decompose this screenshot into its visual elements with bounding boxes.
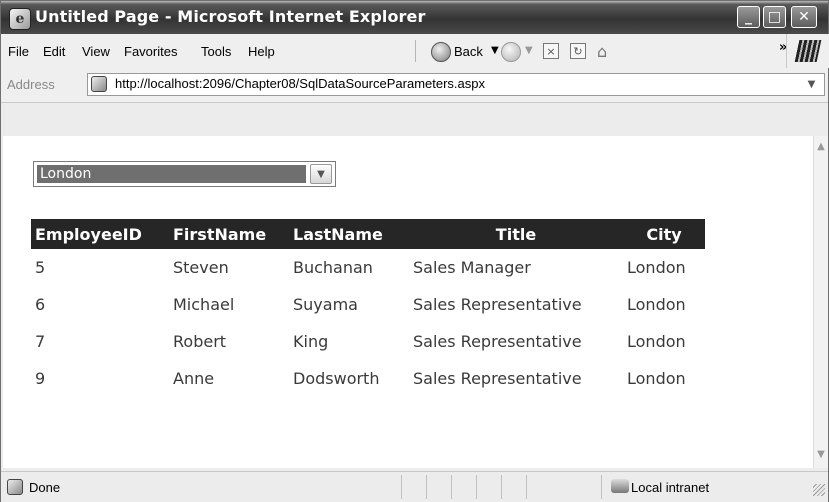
city-select-value[interactable]: London [37, 165, 306, 183]
status-divider [476, 475, 477, 499]
column-header-firstname: FirstName [169, 219, 289, 249]
forward-arrow-icon[interactable] [501, 42, 521, 62]
windows-logo-box [786, 34, 829, 68]
cell-firstname: Anne [173, 369, 215, 388]
menu-favorites[interactable]: Favorites [124, 44, 177, 59]
menu-edit[interactable]: Edit [43, 44, 65, 59]
back-arrow-icon[interactable] [431, 42, 451, 62]
title-bar[interactable]: e Untitled Page - Microsoft Internet Exp… [1, 1, 828, 34]
forward-dropdown-icon[interactable]: ▼ [525, 45, 533, 56]
menu-file[interactable]: File [8, 44, 29, 59]
windows-flag-icon [794, 40, 822, 62]
cell-city: London [627, 332, 686, 351]
address-url[interactable]: http://localhost:2096/Chapter08/SqlDataS… [115, 76, 485, 91]
cell-employeeid: 5 [35, 258, 46, 277]
page-icon [91, 76, 107, 92]
minimize-button[interactable]: _ [737, 6, 760, 28]
maximize-button[interactable]: □ [763, 6, 786, 28]
address-dropdown-icon[interactable]: ▼ [803, 77, 820, 93]
home-icon[interactable]: ⌂ [597, 42, 615, 61]
address-bar: Address http://localhost:2096/Chapter08/… [1, 68, 828, 103]
address-input[interactable]: http://localhost:2096/Chapter08/SqlDataS… [87, 73, 825, 96]
cell-city: London [627, 258, 686, 277]
status-divider [401, 475, 402, 499]
scroll-down-icon[interactable]: ▼ [814, 447, 828, 463]
status-text: Done [29, 480, 61, 495]
cell-lastname: Dodsworth [293, 369, 380, 388]
close-button[interactable]: ✕ [791, 6, 817, 28]
page-content: London ▼ EmployeeID FirstName LastName T… [3, 136, 813, 468]
status-bar: Done Local intranet [1, 471, 828, 502]
table-row: 5 Steven Buchanan Sales Manager London [31, 249, 705, 286]
ie-logo-icon: e [9, 8, 31, 30]
back-button-label[interactable]: Back [454, 44, 483, 59]
cell-city: London [627, 369, 686, 388]
column-header-employeeid: EmployeeID [31, 219, 169, 249]
menu-bar: File Edit View Favorites Tools Help Back… [1, 34, 828, 69]
cell-employeeid: 7 [35, 332, 46, 351]
vertical-scrollbar[interactable]: ▲ ▼ [813, 136, 828, 468]
refresh-icon[interactable]: ↻ [570, 43, 586, 59]
table-row: 7 Robert King Sales Representative Londo… [31, 323, 705, 360]
column-header-lastname: LastName [289, 219, 409, 249]
menu-view[interactable]: View [82, 44, 110, 59]
cell-lastname: King [293, 332, 329, 351]
table-row: 6 Michael Suyama Sales Representative Lo… [31, 286, 705, 323]
cell-employeeid: 9 [35, 369, 46, 388]
cell-firstname: Michael [173, 295, 235, 314]
cell-title: Sales Manager [413, 258, 531, 277]
column-header-city: City [623, 219, 705, 249]
table-row: 9 Anne Dodsworth Sales Representative Lo… [31, 360, 705, 397]
employees-table: EmployeeID FirstName LastName Title City… [31, 219, 705, 397]
window-title: Untitled Page - Microsoft Internet Explo… [35, 7, 426, 26]
back-dropdown-icon[interactable]: ▼ [491, 45, 499, 56]
toolbar-separator [415, 40, 416, 62]
zone-label: Local intranet [631, 480, 710, 495]
chevron-down-icon[interactable]: ▼ [310, 164, 332, 184]
cell-firstname: Steven [173, 258, 229, 277]
table-header-row: EmployeeID FirstName LastName Title City [31, 219, 705, 249]
stop-icon[interactable]: × [543, 43, 559, 59]
status-divider [451, 475, 452, 499]
cell-title: Sales Representative [413, 295, 582, 314]
cell-lastname: Suyama [293, 295, 358, 314]
browser-window: e Untitled Page - Microsoft Internet Exp… [0, 0, 829, 502]
city-select[interactable]: London ▼ [33, 161, 336, 187]
cell-title: Sales Representative [413, 369, 582, 388]
cell-firstname: Robert [173, 332, 227, 351]
status-divider [601, 475, 602, 499]
scroll-up-icon[interactable]: ▲ [814, 139, 828, 155]
menu-help[interactable]: Help [248, 44, 275, 59]
status-divider [426, 475, 427, 499]
column-header-title: Title [409, 219, 623, 249]
status-divider [501, 475, 502, 499]
menu-tools[interactable]: Tools [201, 44, 231, 59]
cell-employeeid: 6 [35, 295, 46, 314]
cell-title: Sales Representative [413, 332, 582, 351]
cell-lastname: Buchanan [293, 258, 373, 277]
resize-grip-icon[interactable] [813, 484, 825, 496]
intranet-zone-icon [611, 479, 629, 493]
page-done-icon [7, 479, 23, 495]
cell-city: London [627, 295, 686, 314]
status-divider [526, 475, 527, 499]
address-label: Address [7, 77, 55, 92]
